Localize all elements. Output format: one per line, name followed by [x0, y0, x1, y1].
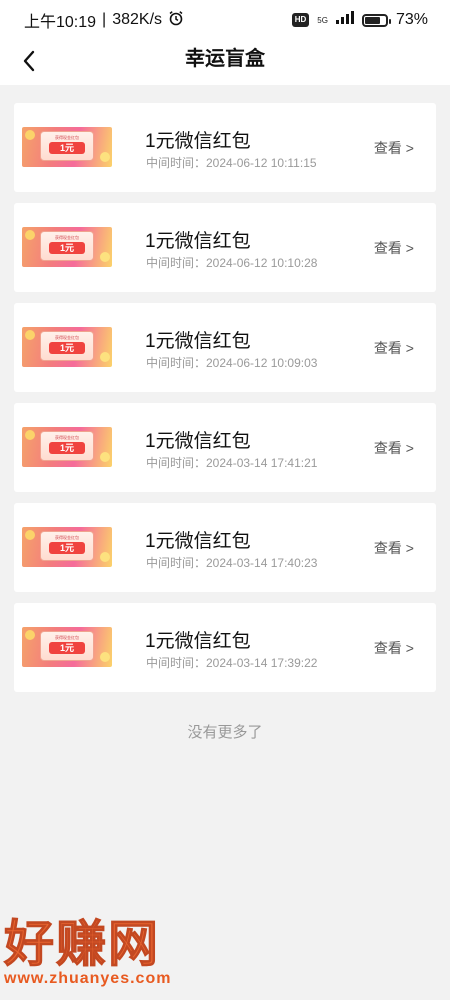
watermark: 好赚网 www.zhuanyes.com	[4, 918, 204, 988]
red-packet-thumbnail: 获得现金红包 1元	[22, 327, 112, 367]
item-title: 1元微信红包	[145, 331, 251, 352]
watermark-url: www.zhuanyes.com	[4, 970, 172, 987]
hd-icon: HD	[291, 13, 310, 27]
list-item[interactable]: 获得现金红包 1元 1元微信红包中间时间：2024-06-12 10:10:28 查看…	[14, 203, 436, 292]
battery-icon	[361, 13, 391, 27]
item-time: 中间时间：2024-06-12 10:11:15	[146, 156, 317, 170]
coupon-graphic: 获得现金红包 1元	[40, 231, 94, 261]
battery-percent: 73%	[395, 11, 428, 28]
signal-icon	[335, 11, 354, 29]
item-title: 1元微信红包	[145, 631, 251, 652]
view-button[interactable]: 查看 >	[374, 140, 414, 156]
item-time: 中间时间：2024-06-12 10:09:03	[146, 356, 318, 370]
no-more-text: 没有更多了	[187, 724, 263, 741]
chevron-left-icon	[22, 50, 36, 77]
status-bar: 上午10:19 | 382K/s HD 5G 73%	[0, 0, 450, 40]
status-time: 上午10:19	[24, 14, 97, 31]
status-divider: |	[102, 11, 107, 28]
view-button[interactable]: 查看 >	[374, 440, 414, 456]
back-button[interactable]	[14, 45, 44, 81]
red-packet-thumbnail: 获得现金红包 1元	[22, 627, 112, 667]
item-time: 中间时间：2024-03-14 17:40:23	[146, 556, 318, 570]
coupon-graphic: 获得现金红包 1元	[40, 131, 94, 161]
status-speed: 382K/s	[112, 11, 163, 28]
list-item[interactable]: 获得现金红包 1元 1元微信红包中间时间：2024-06-12 10:11:15 查看…	[14, 103, 436, 192]
coupon-graphic: 获得现金红包 1元	[40, 431, 94, 461]
list-item[interactable]: 获得现金红包 1元 1元微信红包中间时间：2024-06-12 10:09:03 查看…	[14, 303, 436, 392]
battery-level	[364, 16, 380, 24]
status-right: HD 5G 73%	[291, 11, 428, 29]
alarm-icon	[168, 10, 184, 31]
page-title: 幸运盲盒	[185, 48, 265, 70]
prize-list: 获得现金红包 1元 1元微信红包 中间时间：2024-06-12 10:11:15 查看…	[14, 103, 436, 703]
status-left: 上午10:19 | 382K/s	[24, 8, 184, 32]
red-packet-thumbnail: 获得现金红包 1元	[22, 427, 112, 467]
coupon-graphic: 获得现金红包 1元	[40, 531, 94, 561]
view-button[interactable]: 查看 >	[374, 340, 414, 356]
red-packet-thumbnail: 获得现金红包 1元	[22, 527, 112, 567]
view-button[interactable]: 查看 >	[374, 640, 414, 656]
list-item[interactable]: 获得现金红包 1元 1元微信红包中间时间：2024-03-14 17:41:21 查看…	[14, 403, 436, 492]
red-packet-thumbnail: 获得现金红包 1元	[22, 227, 112, 267]
item-time: 中间时间：2024-03-14 17:41:21	[146, 456, 318, 470]
list-item[interactable]: 获得现金红包 1元 1元微信红包中间时间：2024-03-14 17:39:22 查看…	[14, 603, 436, 692]
item-time: 中间时间：2024-03-14 17:39:22	[146, 656, 318, 670]
red-packet-thumbnail: 获得现金红包 1元	[22, 127, 112, 167]
item-title: 1元微信红包	[145, 531, 251, 552]
item-title: 1元微信红包	[145, 231, 251, 252]
watermark-logo: 好赚网	[4, 916, 160, 972]
view-button[interactable]: 查看 >	[374, 540, 414, 556]
network-label: 5G	[317, 15, 328, 25]
item-title: 1元微信红包	[145, 431, 251, 452]
list-item[interactable]: 获得现金红包 1元 1元微信红包中间时间：2024-03-14 17:40:23 查看…	[14, 503, 436, 592]
coupon-graphic: 获得现金红包 1元	[40, 331, 94, 361]
view-button[interactable]: 查看 >	[374, 240, 414, 256]
nav-bar: 幸运盲盒	[0, 40, 450, 85]
coupon-graphic: 获得现金红包 1元	[40, 631, 94, 661]
item-time: 中间时间：2024-06-12 10:10:28	[146, 256, 318, 270]
item-title: 1元微信红包	[145, 131, 251, 152]
